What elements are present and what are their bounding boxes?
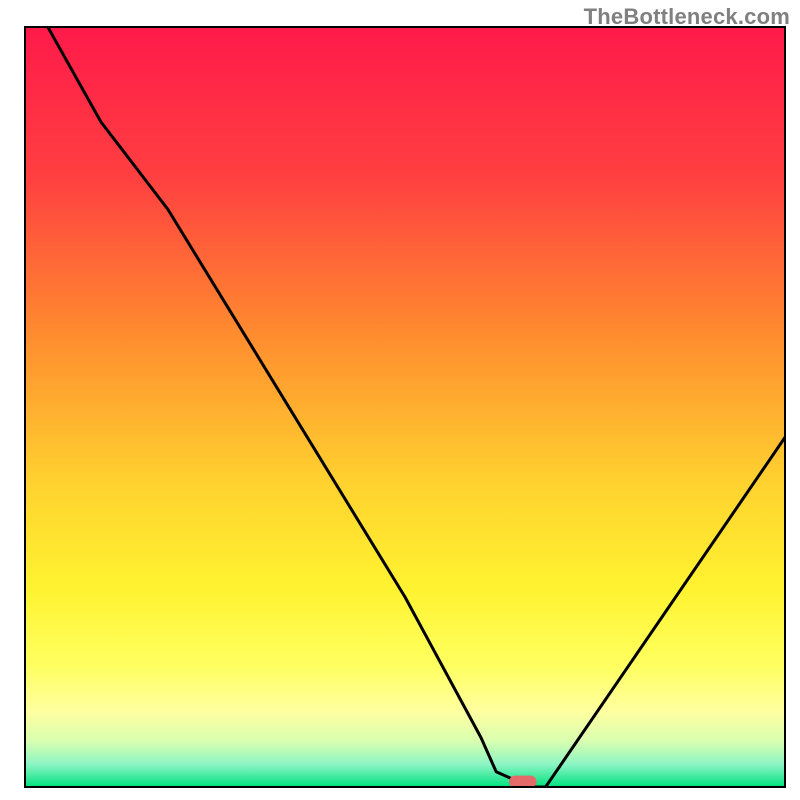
- chart-canvas: [0, 0, 800, 800]
- optimal-marker: [509, 776, 536, 788]
- watermark-text: TheBottleneck.com: [584, 4, 790, 30]
- bottleneck-chart: TheBottleneck.com: [0, 0, 800, 800]
- gradient-background: [25, 27, 785, 787]
